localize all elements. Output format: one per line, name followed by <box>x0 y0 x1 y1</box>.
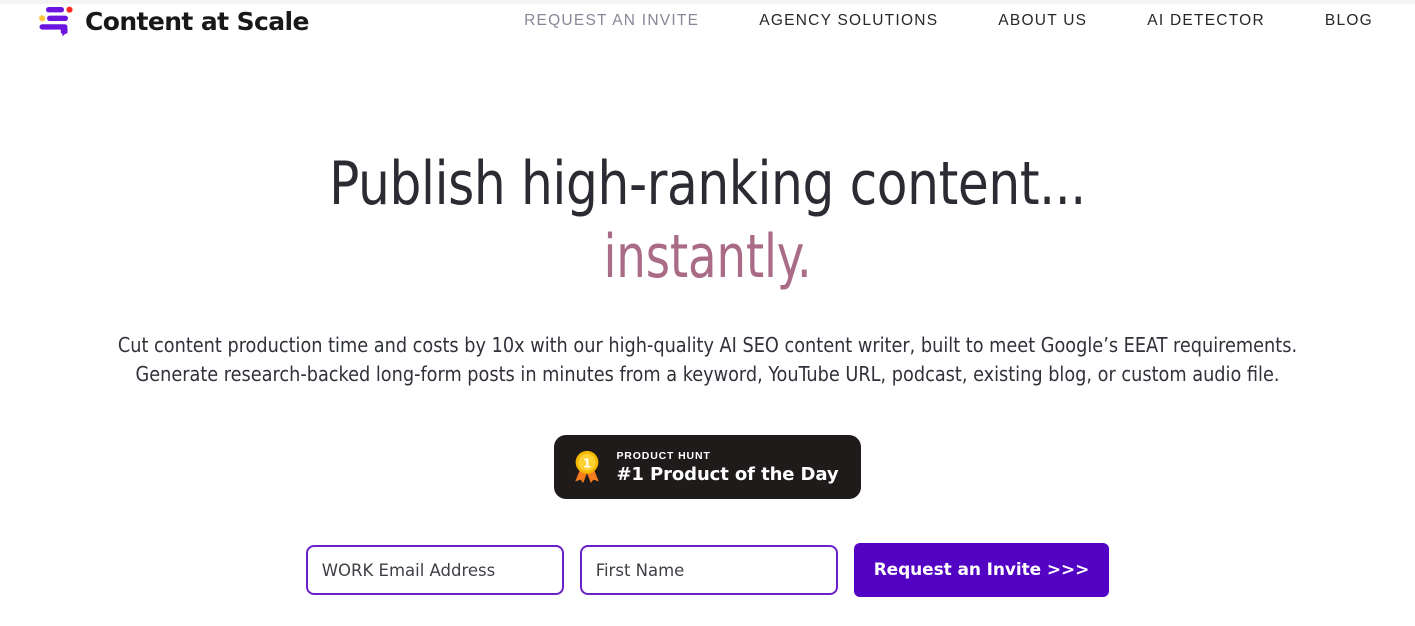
invite-request-form: Request an Invite >>> <box>0 543 1415 597</box>
nav-ai-detector[interactable]: AI DETECTOR <box>1147 6 1265 36</box>
nav-agency-solutions[interactable]: AGENCY SOLUTIONS <box>759 6 938 36</box>
site-header: Content at Scale REQUEST AN INVITE AGENC… <box>0 0 1415 42</box>
landing-page: Content at Scale REQUEST AN INVITE AGENC… <box>0 0 1415 626</box>
svg-text:1: 1 <box>583 456 591 470</box>
hero-subheading-line-1: Cut content production time and costs by… <box>117 333 1298 357</box>
page-title: Publish high-ranking content... instantl… <box>50 148 1366 295</box>
product-hunt-badge-row: 1 PRODUCT HUNT #1 Product of the Day <box>0 435 1415 499</box>
product-hunt-title: #1 Product of the Day <box>616 463 839 485</box>
brand-name: Content at Scale <box>85 6 309 36</box>
primary-nav: REQUEST AN INVITE AGENCY SOLUTIONS ABOUT… <box>524 6 1373 36</box>
email-field[interactable] <box>305 545 564 595</box>
headline-accent: instantly. <box>603 222 812 292</box>
headline-main: Publish high-ranking content... <box>329 149 1086 219</box>
brand-logo-link[interactable]: Content at Scale <box>38 0 309 42</box>
request-an-invite-button[interactable]: Request an Invite >>> <box>853 543 1110 597</box>
product-hunt-badge-text: PRODUCT HUNT #1 Product of the Day <box>616 450 838 485</box>
product-hunt-badge[interactable]: 1 PRODUCT HUNT #1 Product of the Day <box>554 435 861 499</box>
hero-section: Publish high-ranking content... instantl… <box>0 42 1415 597</box>
hero-subheading-line-2: Generate research-backed long-form posts… <box>135 362 1280 386</box>
product-hunt-kicker: PRODUCT HUNT <box>616 449 711 462</box>
content-at-scale-logo-icon <box>38 5 74 37</box>
gold-medal-icon: 1 <box>571 450 603 484</box>
nav-request-an-invite[interactable]: REQUEST AN INVITE <box>524 6 699 36</box>
nav-blog[interactable]: BLOG <box>1325 6 1373 36</box>
hero-subheading: Cut content production time and costs by… <box>28 331 1386 389</box>
first-name-field[interactable] <box>579 545 838 595</box>
nav-about-us[interactable]: ABOUT US <box>998 6 1087 36</box>
